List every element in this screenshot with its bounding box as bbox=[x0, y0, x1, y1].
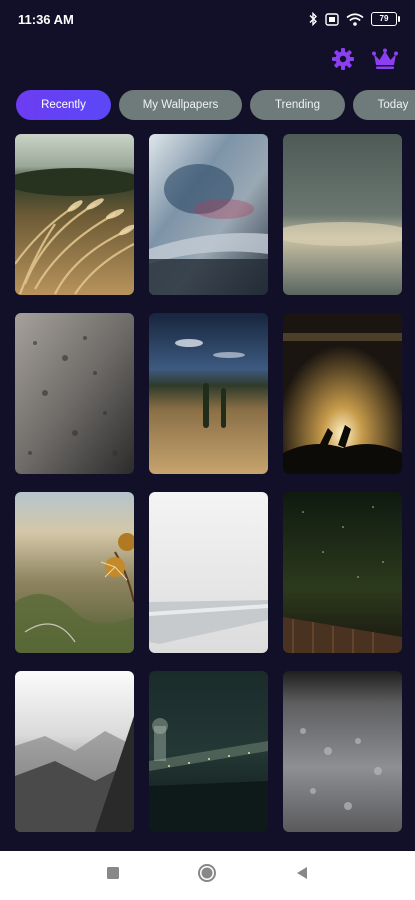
top-actions bbox=[329, 47, 399, 75]
category-tabs: Recently My Wallpapers Trending Today bbox=[16, 90, 415, 122]
back-button[interactable] bbox=[292, 865, 312, 885]
bluetooth-icon bbox=[308, 12, 318, 26]
system-nav-bar bbox=[0, 851, 415, 900]
battery-indicator: 79 bbox=[371, 12, 400, 26]
gear-icon bbox=[331, 47, 355, 76]
wallpaper-thumbnail[interactable] bbox=[283, 492, 402, 653]
home-button[interactable] bbox=[197, 863, 217, 888]
wallpaper-grid bbox=[15, 134, 402, 832]
settings-button[interactable] bbox=[329, 47, 357, 75]
premium-button[interactable] bbox=[371, 47, 399, 75]
tab-today[interactable]: Today bbox=[353, 90, 415, 120]
wallpaper-thumbnail[interactable] bbox=[15, 313, 134, 474]
tab-recently[interactable]: Recently bbox=[16, 90, 111, 120]
sim-icon bbox=[325, 12, 339, 26]
wallpaper-thumbnail[interactable] bbox=[149, 134, 268, 295]
wallpaper-thumbnail[interactable] bbox=[149, 313, 268, 474]
circle-icon bbox=[197, 863, 217, 888]
crown-icon bbox=[371, 48, 399, 75]
wallpaper-thumbnail[interactable] bbox=[15, 671, 134, 832]
recent-apps-button[interactable] bbox=[103, 865, 123, 885]
wallpaper-thumbnail[interactable] bbox=[149, 671, 268, 832]
status-icons: 79 bbox=[308, 12, 400, 26]
wallpaper-thumbnail[interactable] bbox=[15, 492, 134, 653]
back-triangle-icon bbox=[295, 866, 309, 885]
wifi-icon bbox=[346, 12, 364, 26]
square-icon bbox=[106, 866, 120, 885]
wallpaper-thumbnail[interactable] bbox=[283, 313, 402, 474]
wallpaper-thumbnail[interactable] bbox=[15, 134, 134, 295]
tab-my-wallpapers[interactable]: My Wallpapers bbox=[119, 90, 242, 120]
tab-trending[interactable]: Trending bbox=[250, 90, 345, 120]
wallpaper-thumbnail[interactable] bbox=[149, 492, 268, 653]
status-time: 11:36 AM bbox=[18, 11, 74, 27]
wallpaper-thumbnail[interactable] bbox=[283, 671, 402, 832]
wallpaper-thumbnail[interactable] bbox=[283, 134, 402, 295]
status-bar: 11:36 AM 79 bbox=[0, 0, 415, 38]
